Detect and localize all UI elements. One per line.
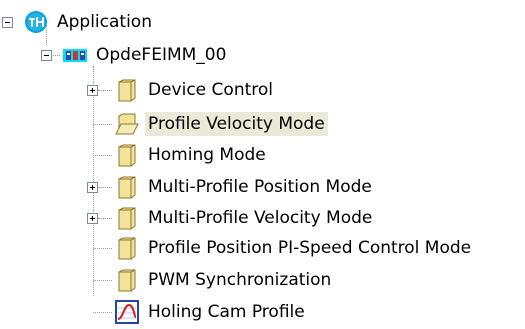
tree-line: [98, 90, 112, 91]
folder-closed-icon: [118, 144, 136, 167]
expand-multi-profile-velocity-toggle[interactable]: [87, 213, 98, 224]
application-icon: [25, 11, 47, 33]
folder-closed-icon: [118, 207, 136, 230]
tree-line: [98, 187, 112, 188]
node-label: Holing Cam Profile: [148, 302, 305, 322]
folder-open-icon: [115, 113, 139, 135]
expand-device-control-toggle[interactable]: [87, 85, 98, 96]
tree-node-multi-profile-position-mode[interactable]: Multi-Profile Position Mode: [115, 172, 375, 202]
folder-closed-icon: [118, 79, 136, 102]
device-icon: [63, 49, 87, 62]
tree-line: [93, 66, 94, 296]
node-label: Device Control: [148, 80, 273, 100]
cam-profile-icon: [115, 300, 139, 324]
node-label: OpdeFEIMM_00: [96, 45, 227, 65]
tree-line: [93, 155, 112, 156]
tree-line: [93, 280, 112, 281]
collapse-root-toggle[interactable]: [2, 17, 13, 28]
tree-line: [93, 124, 112, 125]
node-label: Profile Position PI-Speed Control Mode: [148, 238, 472, 258]
tree-line: [93, 312, 112, 313]
tree-line: [93, 248, 112, 249]
tree-node-profile-position-pi-speed-control-mode[interactable]: Profile Position PI-Speed Control Mode: [115, 233, 474, 263]
node-label: Multi-Profile Position Mode: [148, 177, 372, 197]
tree-node-holing-cam-profile[interactable]: Holing Cam Profile: [115, 297, 308, 327]
expand-multi-profile-position-toggle[interactable]: [87, 182, 98, 193]
folder-closed-icon: [118, 237, 136, 260]
tree-node-profile-velocity-mode[interactable]: Profile Velocity Mode: [115, 109, 328, 139]
tree-view[interactable]: Application OpdeFEIMM_00 Device Control …: [0, 0, 525, 329]
tree-node-pwm-synchronization[interactable]: PWM Synchronization: [115, 265, 334, 295]
node-label: PWM Synchronization: [148, 270, 332, 290]
folder-closed-icon: [118, 176, 136, 199]
tree-node-multi-profile-velocity-mode[interactable]: Multi-Profile Velocity Mode: [115, 203, 375, 233]
tree-node-homing-mode[interactable]: Homing Mode: [115, 140, 269, 170]
node-label: Homing Mode: [148, 145, 266, 165]
tree-line: [98, 218, 112, 219]
tree-node-device-control[interactable]: Device Control: [115, 75, 276, 105]
node-label: Multi-Profile Velocity Mode: [148, 208, 373, 228]
collapse-device-toggle[interactable]: [41, 50, 52, 61]
tree-node-application[interactable]: Application: [24, 7, 155, 37]
node-label: Profile Velocity Mode: [145, 112, 328, 136]
node-label: Application: [57, 12, 152, 32]
tree-node-device[interactable]: OpdeFEIMM_00: [63, 40, 229, 70]
folder-closed-icon: [118, 269, 136, 292]
